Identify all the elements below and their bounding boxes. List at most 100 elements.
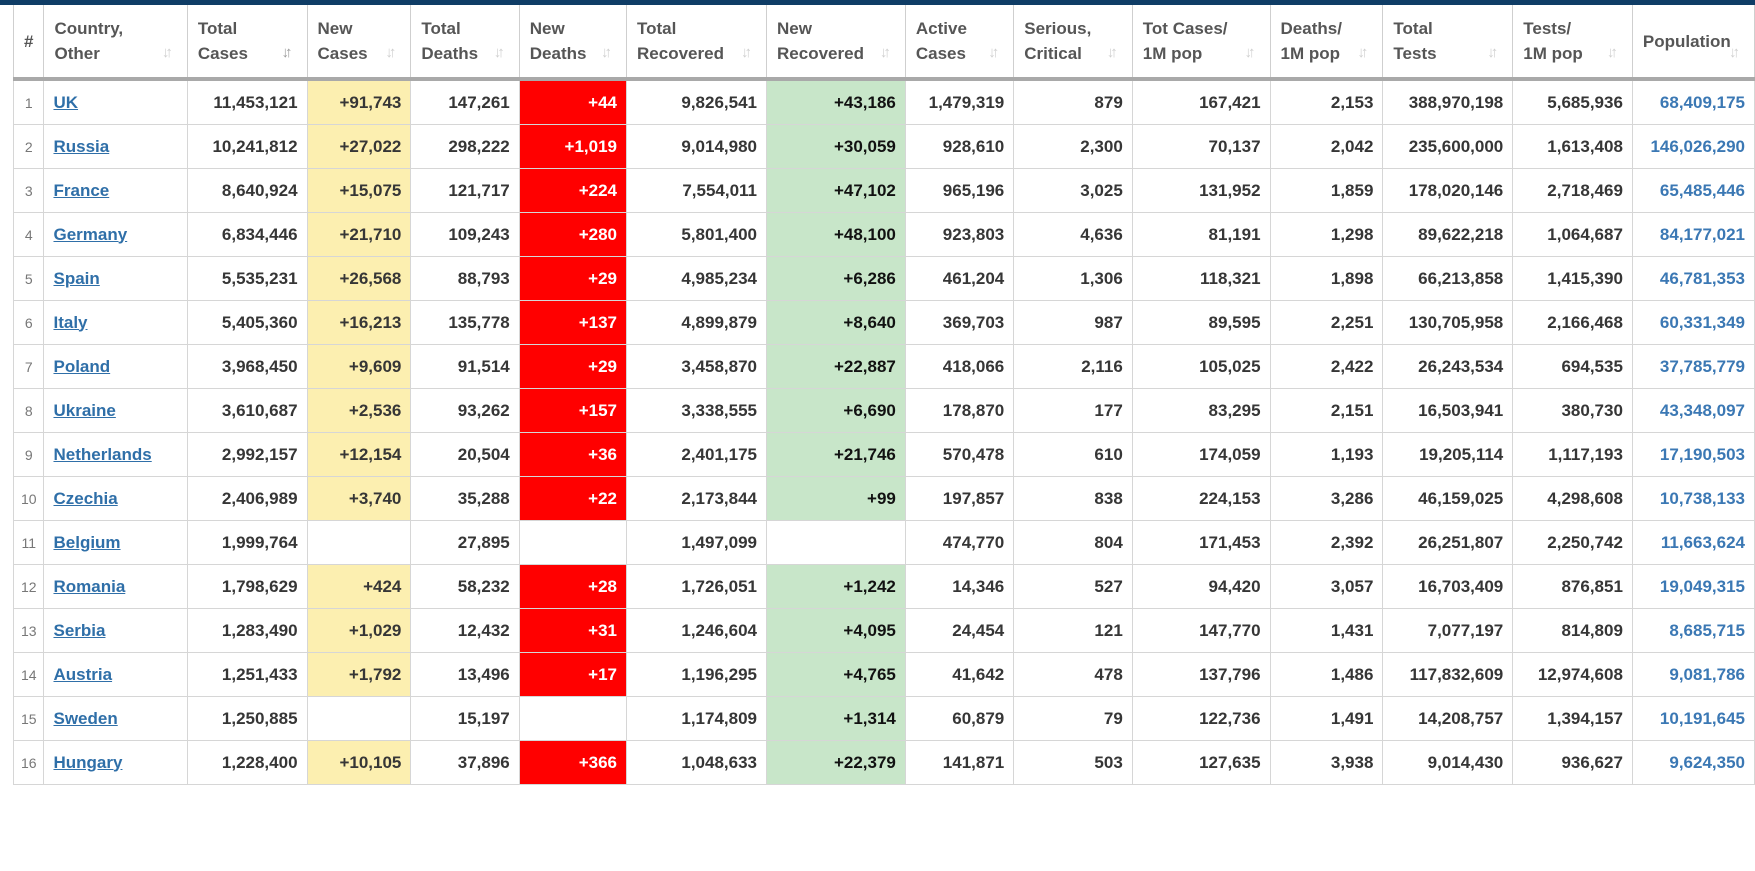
col-rank-header[interactable]: # [12, 5, 45, 81]
total-tests-cell: 46,159,025 [1382, 476, 1514, 521]
new-recovered-cell: +21,746 [766, 432, 906, 477]
sort-arrows-icon[interactable]: ↓↑ [1245, 44, 1261, 62]
header-label-line1: Total [1393, 19, 1433, 38]
country-link[interactable]: Germany [53, 225, 127, 244]
sort-arrows-icon[interactable]: ↓↑ [1357, 44, 1373, 62]
active-cases-cell: 461,204 [904, 256, 1015, 301]
country-link[interactable]: Spain [53, 269, 99, 288]
tests-per-1m-cell: 814,809 [1512, 608, 1633, 653]
new-cases-cell: +16,213 [306, 300, 412, 345]
deaths-per-1m-cell: 3,286 [1269, 476, 1384, 521]
country-link[interactable]: Hungary [53, 753, 122, 772]
header-label-line1: New [317, 19, 353, 38]
row-rank: 15 [12, 696, 45, 741]
country-link[interactable]: UK [53, 93, 78, 112]
cases-per-1m-cell: 137,796 [1131, 652, 1271, 697]
country-cell: Germany [43, 212, 188, 257]
total-tests-cell: 89,622,218 [1382, 212, 1514, 257]
total-recovered-cell: 4,899,879 [626, 300, 768, 345]
col-total-recovered-header[interactable]: Total Recovered ↓↑ [626, 5, 768, 81]
col-deaths-per-1m-header[interactable]: Deaths/1M pop ↓↑ [1269, 5, 1384, 81]
row-rank: 7 [12, 344, 45, 389]
sort-arrows-icon[interactable]: ↓↑ [880, 44, 896, 62]
active-cases-cell: 1,479,319 [904, 78, 1015, 125]
deaths-per-1m-cell: 3,057 [1269, 564, 1384, 609]
new-deaths-cell: +224 [518, 168, 628, 213]
serious-critical-cell: 2,116 [1013, 344, 1133, 389]
col-tests-per-1m-header[interactable]: Tests/1M pop ↓↑ [1512, 5, 1633, 81]
country-link[interactable]: Belgium [53, 533, 120, 552]
country-link[interactable]: Poland [53, 357, 110, 376]
header-label-line1: Serious, [1024, 19, 1092, 38]
col-active-cases-header[interactable]: Active Cases ↓↑ [904, 5, 1015, 81]
sort-arrows-icon[interactable]: ↓↑ [601, 44, 617, 62]
col-cases-per-1m-header[interactable]: Tot Cases/1M pop ↓↑ [1131, 5, 1271, 81]
new-deaths-cell: +280 [518, 212, 628, 257]
col-population-header[interactable]: Population ↓↑ [1631, 5, 1755, 81]
col-total-cases-header[interactable]: Total Cases ↓↑ [186, 5, 308, 81]
sort-arrows-icon[interactable]: ↓↑ [1487, 44, 1503, 62]
new-recovered-cell: +4,765 [766, 652, 906, 697]
total-tests-cell: 130,705,958 [1382, 300, 1514, 345]
country-link[interactable]: Romania [53, 577, 125, 596]
total-tests-cell: 7,077,197 [1382, 608, 1514, 653]
total-cases-cell: 6,834,446 [186, 212, 308, 257]
country-link[interactable]: Italy [53, 313, 87, 332]
col-serious-critical-header[interactable]: Serious, Critical ↓↑ [1013, 5, 1133, 81]
tests-per-1m-cell: 1,613,408 [1512, 124, 1633, 169]
sort-arrows-icon[interactable]: ↓↑ [1729, 44, 1745, 62]
total-cases-cell: 11,453,121 [186, 78, 308, 125]
header-label-line2: Cases [915, 44, 966, 63]
new-cases-cell: +1,792 [306, 652, 412, 697]
header-label-line1: Total [637, 19, 677, 38]
sort-arrows-icon[interactable]: ↓↑ [741, 44, 757, 62]
active-cases-cell: 418,066 [904, 344, 1015, 389]
sort-arrows-icon[interactable]: ↓↑ [494, 44, 510, 62]
country-link[interactable]: Czechia [53, 489, 117, 508]
sort-arrows-icon[interactable]: ↓↑ [988, 44, 1004, 62]
col-total-deaths-header[interactable]: Total Deaths ↓↑ [410, 5, 520, 81]
header-label-line2: Critical [1024, 44, 1082, 63]
country-cell: Serbia [43, 608, 188, 653]
cases-per-1m-cell: 171,453 [1131, 520, 1271, 565]
total-deaths-cell: 121,717 [410, 168, 520, 213]
country-link[interactable]: Austria [53, 665, 112, 684]
header-label-line1: Total [421, 19, 461, 38]
total-recovered-cell: 1,196,295 [626, 652, 768, 697]
sort-arrows-icon[interactable]: ↓↑ [385, 44, 401, 62]
country-link[interactable]: Sweden [53, 709, 117, 728]
country-link[interactable]: Russia [53, 137, 109, 156]
cases-per-1m-cell: 118,321 [1131, 256, 1271, 301]
deaths-per-1m-cell: 1,193 [1269, 432, 1384, 477]
col-new-cases-header[interactable]: New Cases ↓↑ [306, 5, 412, 81]
sort-desc-active-icon[interactable]: ↓↑ [282, 44, 298, 62]
new-recovered-cell: +43,186 [766, 78, 906, 125]
country-cell: Italy [43, 300, 188, 345]
sort-arrows-icon[interactable]: ↓↑ [162, 44, 178, 62]
col-total-tests-header[interactable]: Total Tests ↓↑ [1382, 5, 1514, 81]
new-recovered-cell: +6,286 [766, 256, 906, 301]
serious-critical-cell: 79 [1013, 696, 1133, 741]
table-row: 15 Sweden 1,250,885 15,197 1,174,809 +1,314 60… [12, 696, 1755, 741]
col-country-header[interactable]: Country, Other ↓↑ [43, 5, 188, 81]
col-new-recovered-header[interactable]: New Recovered ↓↑ [766, 5, 906, 81]
country-link[interactable]: Netherlands [53, 445, 151, 464]
country-link[interactable]: France [53, 181, 109, 200]
sort-arrows-icon[interactable]: ↓↑ [1607, 44, 1623, 62]
covid-table-container: # Country, Other ↓↑ Total Cases ↓↑ New Cases ↓↑ To… [12, 5, 1755, 785]
country-link[interactable]: Ukraine [53, 401, 115, 420]
serious-critical-cell: 987 [1013, 300, 1133, 345]
new-cases-cell: +2,536 [306, 388, 412, 433]
country-cell: Hungary [43, 740, 188, 785]
country-cell: UK [43, 78, 188, 125]
col-new-deaths-header[interactable]: New Deaths ↓↑ [518, 5, 628, 81]
total-recovered-cell: 4,985,234 [626, 256, 768, 301]
tests-per-1m-cell: 5,685,936 [1512, 78, 1633, 125]
row-rank: 1 [12, 78, 45, 125]
new-deaths-cell: +29 [518, 344, 628, 389]
country-link[interactable]: Serbia [53, 621, 105, 640]
sort-arrows-icon[interactable]: ↓↑ [1107, 44, 1123, 62]
total-deaths-cell: 91,514 [410, 344, 520, 389]
total-deaths-cell: 27,895 [410, 520, 520, 565]
total-recovered-cell: 9,014,980 [626, 124, 768, 169]
